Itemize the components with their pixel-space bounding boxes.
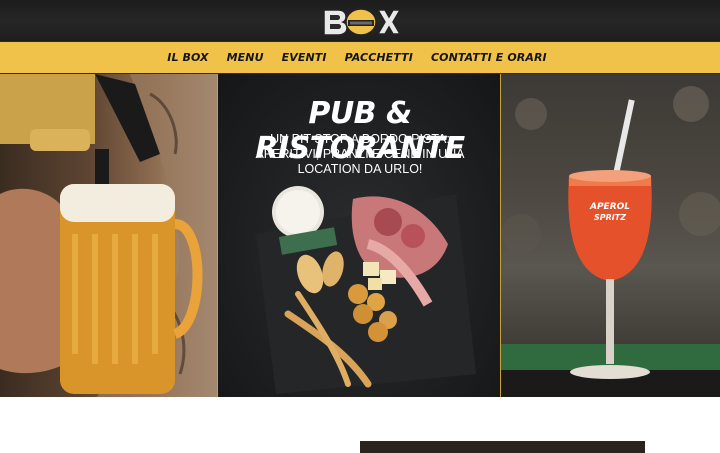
site-logo[interactable] <box>322 4 400 38</box>
beer-tap-image <box>0 74 217 397</box>
food-board-panel: PUB & RISTORANTE UN PIT STOP A BORDO PIS… <box>217 74 501 397</box>
hero-section: PUB & RISTORANTE UN PIT STOP A BORDO PIS… <box>0 74 720 397</box>
nav-item-contatti-orari[interactable]: CONTATTI E ORARI <box>422 51 556 64</box>
nav-item-menu[interactable]: MENU <box>218 51 273 64</box>
spritz-illustration: APEROL SPRITZ <box>501 86 720 397</box>
logo-graphic <box>323 8 400 36</box>
hero-subtitle: UN PIT STOP A BORDO PISTA: APERITIVI, PR… <box>255 132 465 176</box>
beer-illustration <box>0 74 217 397</box>
nav-item-il-box[interactable]: IL BOX <box>158 51 217 64</box>
nav-list: IL BOX MENU EVENTI PACCHETTI CONTATTI E … <box>158 51 555 64</box>
food-board-illustration <box>256 186 476 394</box>
main-nav: IL BOX MENU EVENTI PACCHETTI CONTATTI E … <box>0 41 720 74</box>
site-header <box>0 0 720 41</box>
nav-item-pacchetti[interactable]: PACCHETTI <box>336 51 422 64</box>
glass-logo-text-2: SPRITZ <box>594 213 626 222</box>
aperol-spritz-image: APEROL SPRITZ <box>501 74 720 397</box>
lower-image <box>360 441 645 453</box>
glass-logo-text-1: APEROL <box>589 202 630 212</box>
lower-section <box>0 397 720 453</box>
nav-item-eventi[interactable]: EVENTI <box>273 51 336 64</box>
